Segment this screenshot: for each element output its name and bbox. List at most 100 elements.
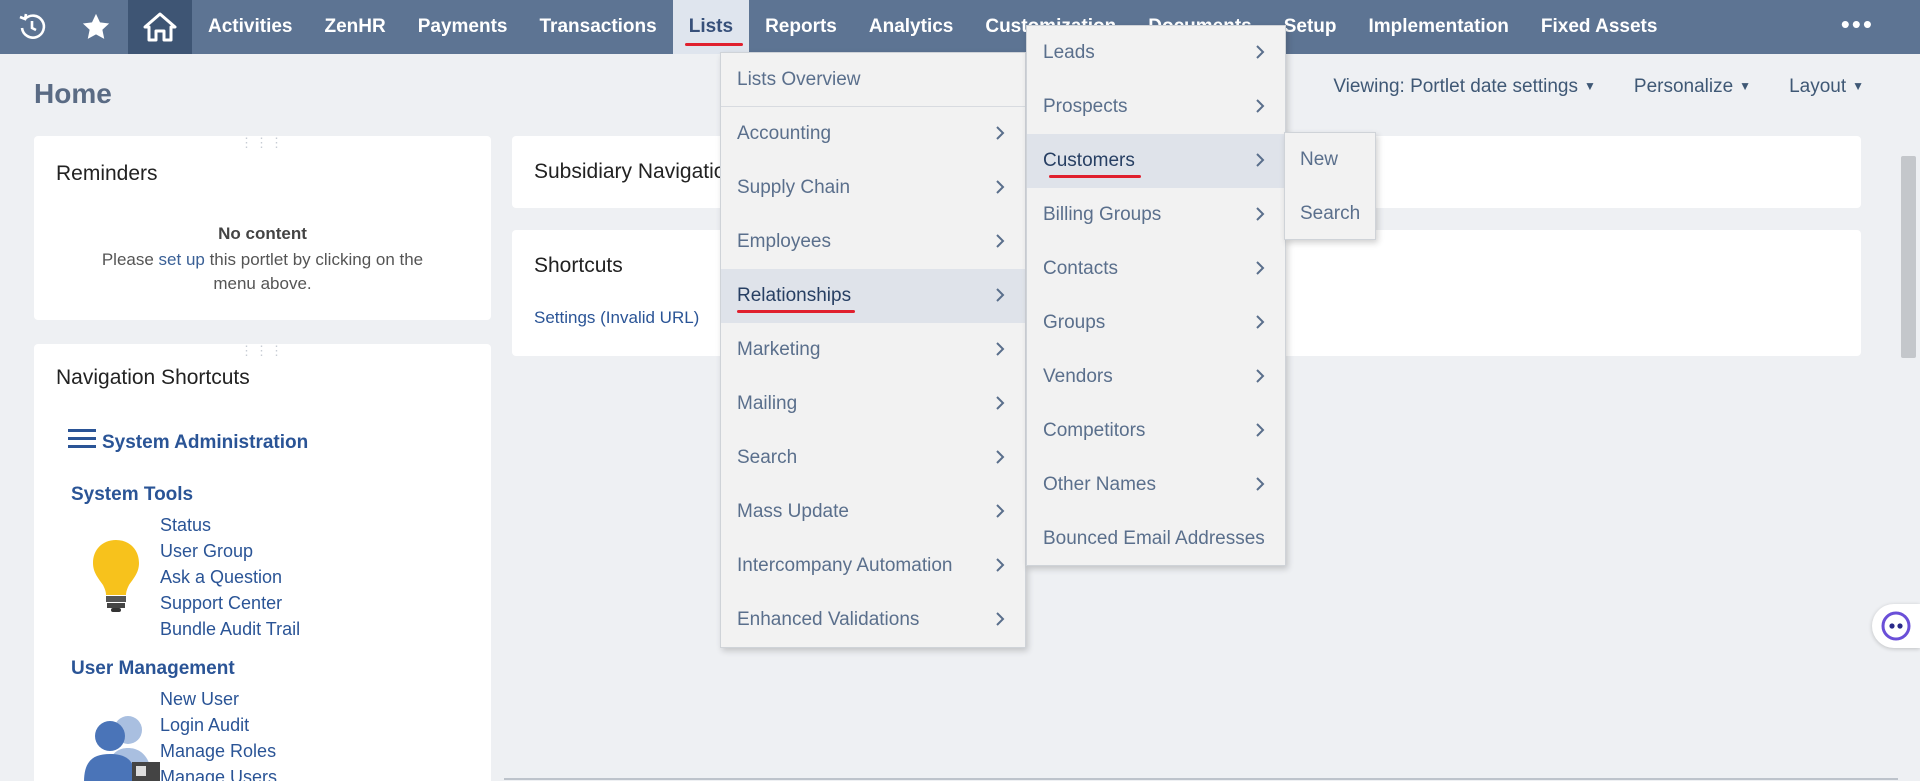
bundle-audit-trail-link[interactable]: Bundle Audit Trail [160, 616, 300, 642]
menu-item-customers[interactable]: Customers [1027, 134, 1285, 188]
portlet-title: Subsidiary Navigation [534, 160, 738, 183]
layout-label: Layout [1789, 76, 1847, 97]
personalize-dropdown[interactable]: Personalize ▼ [1634, 76, 1751, 98]
system-tools-heading[interactable]: System Tools [71, 484, 193, 506]
no-content-message: Please set up this portlet by clicking o… [84, 248, 441, 296]
menu-item-other-names[interactable]: Other Names [1027, 458, 1285, 512]
caret-down-icon: ▼ [1739, 79, 1752, 93]
user-management-heading[interactable]: User Management [71, 658, 235, 680]
menu-item-vendors[interactable]: Vendors [1027, 350, 1285, 404]
nav-lists[interactable]: Lists [672, 0, 750, 54]
nav-zenhr[interactable]: ZenHR [308, 0, 401, 54]
manage-roles-link[interactable]: Manage Roles [160, 738, 277, 764]
home-icon[interactable] [128, 0, 192, 54]
ask-question-link[interactable]: Ask a Question [160, 564, 300, 590]
no-content-heading: No content [218, 224, 307, 243]
customers-submenu: New Search [1284, 132, 1376, 240]
new-user-link[interactable]: New User [160, 686, 277, 712]
history-icon[interactable] [0, 0, 64, 54]
drag-handle-icon[interactable]: ⋮⋮⋮ [240, 344, 285, 357]
chevron-right-icon [1256, 261, 1265, 275]
menu-item-mailing[interactable]: Mailing [721, 377, 1025, 431]
settings-shortcut-link[interactable]: Settings (Invalid URL) [534, 308, 699, 328]
page-scrollbar[interactable] [1898, 76, 1920, 781]
menu-item-new[interactable]: New [1285, 133, 1375, 187]
assistant-bubble-icon[interactable] [1872, 604, 1920, 648]
chevron-right-icon [1256, 477, 1265, 491]
menu-item-label: Search [737, 447, 798, 468]
menu-item-mass-update[interactable]: Mass Update [721, 485, 1025, 539]
viewing-dropdown[interactable]: Viewing: Portlet date settings ▼ [1333, 76, 1596, 98]
chevron-right-icon [1256, 315, 1265, 329]
menu-item-label: Bounced Email Addresses [1043, 528, 1265, 549]
relationships-submenu: Leads Prospects Customers Billing Groups… [1026, 25, 1286, 566]
menu-item-search[interactable]: Search [721, 431, 1025, 485]
menu-item-label: Mailing [737, 393, 798, 414]
menu-item-billing-groups[interactable]: Billing Groups [1027, 188, 1285, 242]
divider [504, 778, 1898, 780]
chevron-right-icon [996, 612, 1005, 626]
nav-analytics[interactable]: Analytics [853, 0, 969, 54]
chevron-right-icon [1256, 153, 1265, 167]
lightbulb-icon [93, 540, 139, 612]
menu-item-label: Prospects [1043, 96, 1128, 117]
menu-item-accounting[interactable]: Accounting [721, 107, 1025, 161]
menu-item-search-customers[interactable]: Search [1285, 187, 1375, 241]
chevron-right-icon [1256, 207, 1265, 221]
menu-item-lists-overview[interactable]: Lists Overview [721, 53, 1025, 107]
setup-link[interactable]: set up [159, 250, 205, 269]
users-icon [84, 716, 160, 781]
menu-item-label: Vendors [1043, 366, 1113, 387]
menu-item-label: Enhanced Validations [737, 609, 920, 630]
menu-item-label: Other Names [1043, 474, 1156, 495]
menu-item-leads[interactable]: Leads [1027, 26, 1285, 80]
chevron-right-icon [996, 126, 1005, 140]
chevron-right-icon [1256, 369, 1265, 383]
star-icon[interactable] [64, 0, 128, 54]
layout-dropdown[interactable]: Layout ▼ [1789, 76, 1864, 98]
chevron-right-icon [996, 396, 1005, 410]
nav-payments[interactable]: Payments [402, 0, 524, 54]
menu-item-supply-chain[interactable]: Supply Chain [721, 161, 1025, 215]
menu-item-contacts[interactable]: Contacts [1027, 242, 1285, 296]
scrollbar-thumb[interactable] [1901, 156, 1916, 358]
nav-lists-label: Lists [688, 16, 734, 37]
login-audit-link[interactable]: Login Audit [160, 712, 277, 738]
page-title: Home [34, 78, 112, 109]
hamburger-menu-icon [68, 429, 96, 448]
nav-reports[interactable]: Reports [749, 0, 853, 54]
nav-implementation[interactable]: Implementation [1353, 0, 1525, 54]
menu-item-marketing[interactable]: Marketing [721, 323, 1025, 377]
menu-item-label: Billing Groups [1043, 204, 1162, 225]
menu-item-bounced-email-addresses[interactable]: Bounced Email Addresses [1027, 512, 1285, 566]
drag-handle-icon[interactable]: ⋮⋮⋮ [240, 136, 285, 149]
chevron-right-icon [996, 180, 1005, 194]
message-text: this portlet by clicking on the menu abo… [204, 250, 424, 293]
chevron-right-icon [996, 342, 1005, 356]
nav-fixed-assets[interactable]: Fixed Assets [1525, 0, 1674, 54]
menu-item-intercompany-automation[interactable]: Intercompany Automation [721, 539, 1025, 593]
red-underline-mark [1049, 175, 1141, 178]
menu-item-label: Supply Chain [737, 177, 851, 198]
menu-item-label: Accounting [737, 123, 832, 144]
menu-item-groups[interactable]: Groups [1027, 296, 1285, 350]
menu-item-label: Groups [1043, 312, 1106, 333]
user-group-link[interactable]: User Group [160, 538, 300, 564]
more-icon[interactable]: ••• [1841, 11, 1874, 37]
menu-item-label: Mass Update [737, 501, 849, 522]
support-center-link[interactable]: Support Center [160, 590, 300, 616]
message-text: Please [101, 250, 159, 269]
menu-item-competitors[interactable]: Competitors [1027, 404, 1285, 458]
menu-item-enhanced-validations[interactable]: Enhanced Validations [721, 593, 1025, 647]
menu-item-prospects[interactable]: Prospects [1027, 80, 1285, 134]
user-management-links: New User Login Audit Manage Roles Manage… [160, 686, 277, 781]
menu-item-employees[interactable]: Employees [721, 215, 1025, 269]
menu-item-relationships[interactable]: Relationships [721, 269, 1025, 323]
nav-activities[interactable]: Activities [192, 0, 308, 54]
manage-users-link[interactable]: Manage Users [160, 764, 277, 781]
system-administration-group[interactable]: System Administration [68, 424, 308, 454]
status-link[interactable]: Status [160, 512, 300, 538]
nav-transactions[interactable]: Transactions [524, 0, 673, 54]
red-underline-mark [737, 310, 855, 313]
chevron-right-icon [996, 288, 1005, 302]
